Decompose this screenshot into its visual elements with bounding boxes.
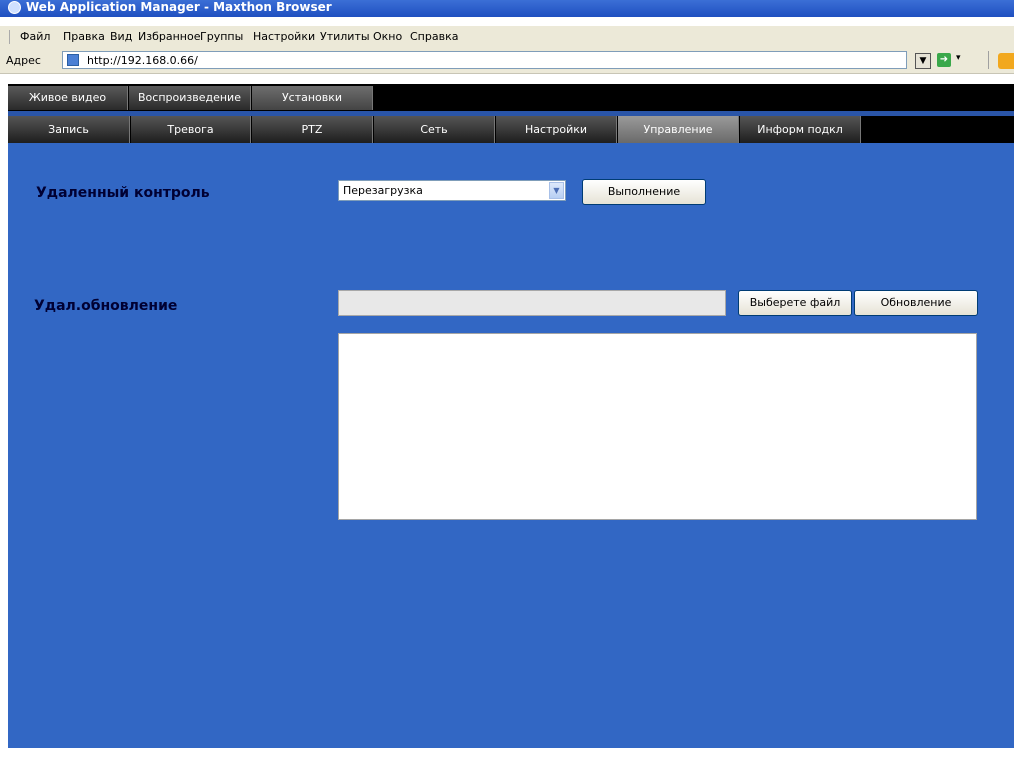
menu-favorites[interactable]: Избранное	[138, 30, 200, 43]
tab-connection-info[interactable]: Информ подкл	[740, 116, 861, 143]
address-url: http://192.168.0.66/	[87, 54, 198, 67]
go-arrow-icon[interactable]: ➜	[937, 53, 951, 67]
tab-playback[interactable]: Воспроизведение	[129, 86, 251, 110]
browser-logo-icon	[8, 1, 21, 14]
tab-live-video[interactable]: Живое видео	[8, 86, 128, 110]
toolbar-grip	[9, 30, 12, 44]
page-icon	[67, 54, 79, 66]
menu-tools[interactable]: Утилиты	[320, 30, 370, 43]
rss-icon[interactable]	[998, 53, 1014, 69]
menu-edit[interactable]: Правка	[63, 30, 105, 43]
tab-record[interactable]: Запись	[8, 116, 130, 143]
main-tab-bar: Живое видео Воспроизведение Установки	[8, 84, 1014, 111]
tab-settings[interactable]: Настройки	[496, 116, 617, 143]
window-title-bar: Web Application Manager - Maxthon Browse…	[0, 0, 1014, 17]
remote-update-label: Удал.обновление	[34, 298, 178, 314]
address-input[interactable]: http://192.168.0.66/	[62, 51, 907, 69]
remote-control-label: Удаленный контроль	[36, 185, 210, 201]
toolbar-separator	[988, 51, 989, 69]
remote-action-select[interactable]: Перезагрузка ▼	[338, 180, 566, 201]
tab-ptz[interactable]: PTZ	[252, 116, 373, 143]
tab-network[interactable]: Сеть	[374, 116, 495, 143]
file-path-input[interactable]	[338, 290, 726, 316]
menu-window[interactable]: Окно	[373, 30, 402, 43]
tab-management[interactable]: Управление	[618, 116, 739, 143]
go-dropdown-icon[interactable]: ▾	[956, 53, 961, 63]
address-label: Адрес	[6, 54, 41, 67]
menu-file[interactable]: Файл	[20, 30, 50, 43]
address-dropdown-icon[interactable]: ▼	[915, 53, 931, 69]
menu-bar: Файл Правка Вид Избранное Группы Настрой…	[0, 26, 1014, 49]
execute-button[interactable]: Выполнение	[582, 179, 706, 205]
menu-groups[interactable]: Группы	[200, 30, 243, 43]
chevron-down-icon[interactable]: ▼	[549, 182, 564, 199]
menu-help[interactable]: Справка	[410, 30, 458, 43]
window-title: Web Application Manager - Maxthon Browse…	[26, 0, 332, 14]
update-button[interactable]: Обновление	[854, 290, 978, 316]
remote-action-value: Перезагрузка	[343, 184, 423, 197]
tab-setup[interactable]: Установки	[252, 86, 373, 110]
web-app: Живое видео Воспроизведение Установки За…	[8, 84, 1014, 748]
address-bar: Адрес http://192.168.0.66/ ▼ ➜ ▾	[0, 48, 1014, 74]
update-log-area[interactable]	[338, 333, 977, 520]
choose-file-button[interactable]: Выберете файл	[738, 290, 852, 316]
sub-tab-bar: Запись Тревога PTZ Сеть Настройки Управл…	[8, 116, 1014, 143]
tab-alarm[interactable]: Тревога	[131, 116, 251, 143]
menu-settings[interactable]: Настройки	[253, 30, 315, 43]
menu-view[interactable]: Вид	[110, 30, 132, 43]
